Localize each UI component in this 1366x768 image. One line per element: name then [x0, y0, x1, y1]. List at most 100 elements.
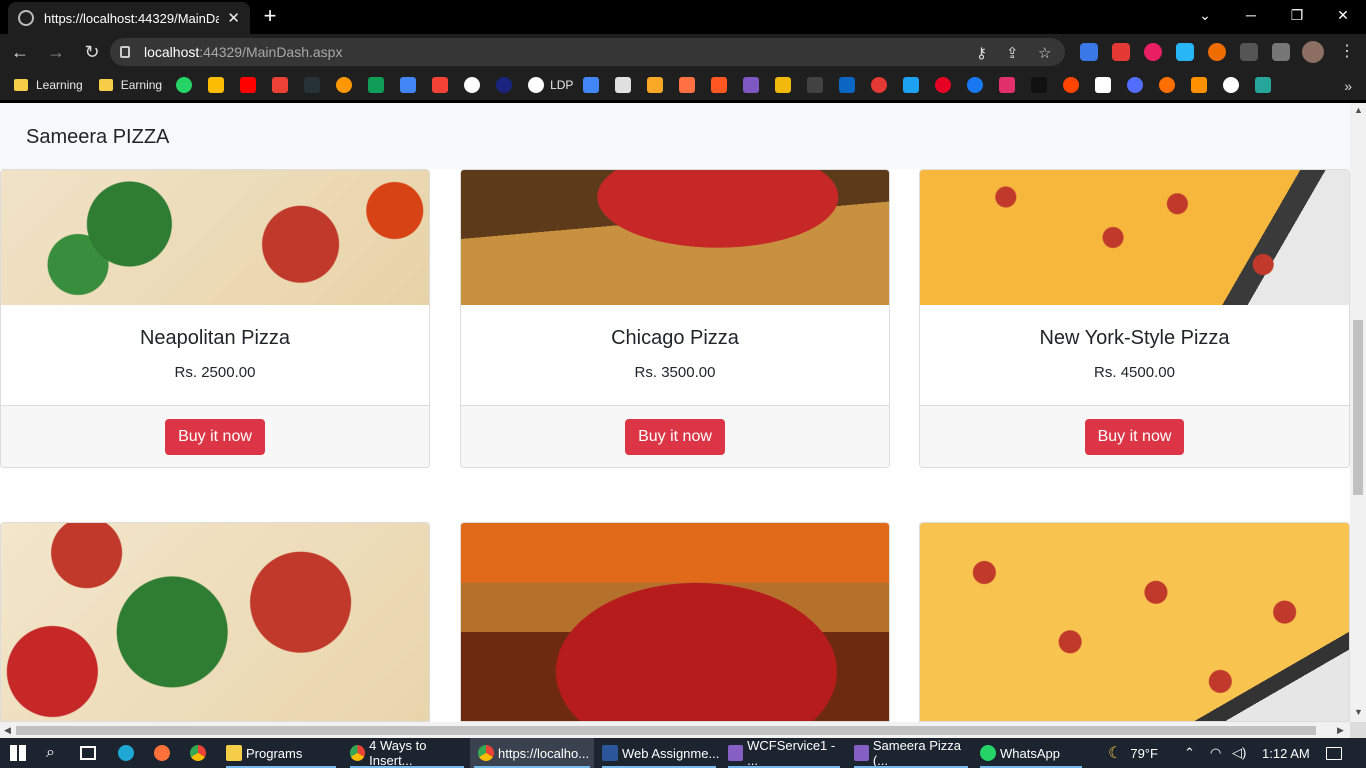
- side-panel-icon[interactable]: [1272, 43, 1290, 61]
- chrome-icon[interactable]: [190, 738, 210, 768]
- bookmark-ldp[interactable]: LDP: [528, 77, 573, 93]
- firefox-icon[interactable]: [154, 738, 174, 768]
- horizontal-scroll-thumb[interactable]: [16, 726, 1316, 735]
- buy-now-button[interactable]: Buy it now: [625, 419, 725, 455]
- instagram-icon[interactable]: [999, 77, 1016, 93]
- back-arrow-icon[interactable]: ←: [4, 38, 36, 66]
- twitter-icon[interactable]: [903, 77, 920, 93]
- tab-search-icon[interactable]: ⌄: [1182, 0, 1228, 30]
- visual-studio-icon: [854, 745, 869, 761]
- taskbar-item-vs-wcf[interactable]: WCFService1 - ...: [724, 738, 844, 768]
- pinterest-icon[interactable]: [935, 77, 952, 93]
- taskbar-item-chrome-ways[interactable]: 4 Ways to Insert...: [346, 738, 468, 768]
- bookmark-icon[interactable]: [304, 77, 321, 93]
- volume-icon[interactable]: ◁): [1232, 738, 1246, 768]
- buy-now-button[interactable]: Buy it now: [165, 419, 265, 455]
- bookmark-icon[interactable]: [647, 77, 664, 93]
- pizza-image: [1, 170, 429, 305]
- gmail-icon[interactable]: [272, 77, 289, 93]
- cookie-extension-icon[interactable]: [1208, 43, 1226, 61]
- bookmark-folder-learning[interactable]: Learning: [14, 78, 83, 92]
- weather-widget[interactable]: ☾ 79°F: [1108, 738, 1158, 768]
- bookmark-icon[interactable]: [1191, 77, 1208, 93]
- wifi-icon[interactable]: ◠: [1210, 738, 1221, 768]
- pizza-image: [0, 522, 430, 722]
- tab-active[interactable]: https://localhost:44329/MainDash ✕: [8, 2, 250, 34]
- facebook-icon[interactable]: [967, 77, 984, 93]
- tab-close-icon[interactable]: ✕: [227, 9, 240, 27]
- whatsapp-icon[interactable]: [176, 77, 193, 93]
- bookmarks-bar: Learning Earning LDP »: [0, 70, 1366, 100]
- restore-button[interactable]: ❐: [1274, 0, 1320, 30]
- taskbar-item-word[interactable]: Web Assignme...: [598, 738, 720, 768]
- bookmark-icon[interactable]: [1127, 77, 1144, 93]
- tiktok-icon[interactable]: [1031, 77, 1048, 93]
- bookmark-folder-earning[interactable]: Earning: [98, 78, 162, 92]
- translate-extension-icon[interactable]: [1080, 43, 1098, 61]
- binance-icon[interactable]: [775, 77, 792, 93]
- scroll-down-arrow-icon[interactable]: ▼: [1354, 707, 1363, 717]
- bookmarks-more-icon[interactable]: »: [1344, 78, 1352, 94]
- search-icon[interactable]: ⌕: [46, 738, 55, 768]
- bookmark-icon[interactable]: [1159, 77, 1176, 93]
- card-footer: Buy it now: [461, 405, 889, 467]
- notifications-icon[interactable]: [1326, 738, 1342, 768]
- scroll-left-arrow-icon[interactable]: ◀: [4, 725, 11, 736]
- reload-icon[interactable]: ↻: [76, 38, 108, 66]
- windows-taskbar: ⌕ Programs 4 Ways to Insert... https://l…: [0, 738, 1366, 768]
- taskbar-item-chrome-localhost[interactable]: https://localho...: [470, 738, 594, 768]
- edge-icon[interactable]: [118, 738, 138, 768]
- bookmark-icon[interactable]: [464, 77, 481, 93]
- taskbar-item-vs-pizza[interactable]: Sameera Pizza (...: [850, 738, 972, 768]
- bookmark-icon[interactable]: [336, 77, 353, 93]
- bookmark-icon[interactable]: [807, 77, 824, 93]
- globe-icon[interactable]: [1223, 77, 1240, 93]
- bookmark-icon[interactable]: [679, 77, 696, 93]
- rocket-extension-icon[interactable]: [1176, 43, 1194, 61]
- taskbar-label: WhatsApp: [1000, 745, 1060, 761]
- pocket-icon[interactable]: [432, 77, 449, 93]
- start-button[interactable]: [10, 738, 26, 768]
- scroll-up-arrow-icon[interactable]: ▲: [1354, 105, 1363, 115]
- taskbar-item-programs[interactable]: Programs: [222, 738, 340, 768]
- bookmark-icon[interactable]: [1255, 77, 1272, 93]
- scroll-right-arrow-icon[interactable]: ▶: [1337, 725, 1344, 736]
- star-icon[interactable]: ☆: [1038, 44, 1051, 62]
- address-bar[interactable]: localhost:44329/MainDash.aspx ⚷ ⇪ ☆: [110, 38, 1065, 66]
- bookmark-icon[interactable]: [496, 77, 513, 93]
- medium-icon[interactable]: [1095, 77, 1112, 93]
- vertical-scroll-thumb[interactable]: [1353, 320, 1363, 495]
- translate-icon[interactable]: [583, 77, 600, 93]
- horizontal-scrollbar[interactable]: ◀ ▶: [0, 722, 1350, 738]
- record-extension-icon[interactable]: [1144, 43, 1162, 61]
- reddit-icon[interactable]: [1063, 77, 1080, 93]
- bookmark-icon[interactable]: [743, 77, 760, 93]
- share-icon[interactable]: ⇪: [1006, 44, 1019, 62]
- minimize-button[interactable]: ─: [1228, 0, 1274, 30]
- bookmark-icon[interactable]: [711, 77, 728, 93]
- close-window-button[interactable]: ✕: [1320, 0, 1366, 30]
- linkedin-icon[interactable]: [839, 77, 856, 93]
- bookmark-icon[interactable]: [871, 77, 888, 93]
- task-view-icon[interactable]: [80, 738, 96, 768]
- puzzle-extensions-icon[interactable]: [1240, 43, 1258, 61]
- lock-icon[interactable]: [120, 46, 130, 58]
- docs-icon[interactable]: [615, 77, 632, 93]
- bookmark-icon[interactable]: [400, 77, 417, 93]
- youtube-icon[interactable]: [240, 77, 257, 93]
- clock[interactable]: 1:12 AM: [1262, 738, 1310, 768]
- buy-now-button[interactable]: Buy it now: [1084, 419, 1185, 455]
- google-drive-icon[interactable]: [208, 77, 225, 93]
- profile-avatar[interactable]: [1302, 41, 1324, 63]
- video-extension-icon[interactable]: [1112, 43, 1130, 61]
- key-icon[interactable]: ⚷: [976, 44, 987, 62]
- scrollbar-corner: [1350, 722, 1366, 738]
- taskbar-item-whatsapp[interactable]: WhatsApp: [976, 738, 1086, 768]
- sheets-icon[interactable]: [368, 77, 385, 93]
- forward-arrow-icon[interactable]: →: [40, 38, 72, 66]
- vertical-scrollbar[interactable]: ▲ ▼: [1350, 103, 1366, 722]
- new-tab-button[interactable]: +: [258, 4, 282, 28]
- tray-chevron-icon[interactable]: ⌃: [1184, 738, 1195, 768]
- menu-kebab-icon[interactable]: ⋮: [1338, 43, 1356, 61]
- navbar-brand[interactable]: Sameera PIZZA: [26, 126, 169, 149]
